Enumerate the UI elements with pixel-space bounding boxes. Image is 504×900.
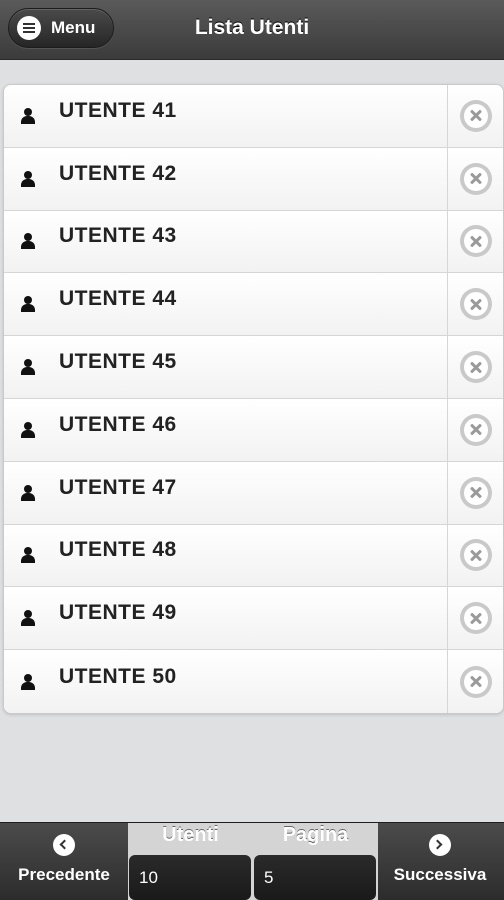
header-bar: Menu Lista Utenti bbox=[0, 0, 504, 60]
page-number-field[interactable]: 5 bbox=[254, 855, 376, 900]
user-icon bbox=[21, 673, 35, 690]
user-row-button[interactable]: UTENTE 47 bbox=[4, 462, 447, 524]
page-number-header: Pagina bbox=[282, 824, 349, 846]
user-row-button[interactable]: UTENTE 49 bbox=[4, 587, 447, 649]
list-item: UTENTE 47 bbox=[4, 461, 503, 525]
delete-user-button[interactable] bbox=[447, 587, 503, 650]
user-row-button[interactable]: UTENTE 45 bbox=[4, 336, 447, 398]
close-circle-icon bbox=[459, 602, 492, 635]
delete-user-button[interactable] bbox=[447, 650, 503, 713]
user-label: UTENTE 46 bbox=[59, 412, 177, 436]
user-row-button[interactable]: UTENTE 43 bbox=[4, 211, 447, 273]
user-row-button[interactable]: UTENTE 48 bbox=[4, 525, 447, 587]
user-row-button[interactable]: UTENTE 41 bbox=[4, 85, 447, 147]
user-icon bbox=[21, 484, 35, 501]
page-title: Lista Utenti bbox=[194, 16, 310, 39]
user-label: UTENTE 49 bbox=[59, 601, 177, 625]
next-page-label: Successiva bbox=[393, 865, 487, 884]
close-circle-icon bbox=[459, 99, 492, 132]
delete-user-button[interactable] bbox=[447, 461, 503, 524]
delete-user-button[interactable] bbox=[447, 85, 503, 147]
user-icon bbox=[21, 296, 35, 313]
user-label: UTENTE 47 bbox=[59, 475, 177, 499]
chevron-left-icon bbox=[53, 834, 75, 856]
user-label: UTENTE 48 bbox=[59, 538, 177, 562]
user-label: UTENTE 44 bbox=[59, 287, 177, 311]
user-label: UTENTE 41 bbox=[59, 98, 177, 122]
user-row-button[interactable]: UTENTE 42 bbox=[4, 148, 447, 210]
list-item: UTENTE 41 bbox=[4, 85, 503, 148]
close-circle-icon bbox=[459, 162, 492, 195]
close-circle-icon bbox=[459, 351, 492, 384]
delete-user-button[interactable] bbox=[447, 210, 503, 273]
previous-page-label: Precedente bbox=[18, 865, 110, 884]
user-icon bbox=[21, 170, 35, 187]
user-icon bbox=[21, 421, 35, 438]
next-page-button[interactable]: Successiva bbox=[376, 823, 504, 900]
user-row-button[interactable]: UTENTE 44 bbox=[4, 273, 447, 335]
list-item: UTENTE 46 bbox=[4, 398, 503, 462]
list-item: UTENTE 48 bbox=[4, 524, 503, 588]
close-circle-icon bbox=[459, 539, 492, 572]
list-item: UTENTE 45 bbox=[4, 336, 503, 399]
close-circle-icon bbox=[459, 476, 492, 509]
user-label: UTENTE 42 bbox=[59, 161, 177, 185]
user-icon bbox=[21, 233, 35, 250]
list-item: UTENTE 49 bbox=[4, 587, 503, 651]
user-label: UTENTE 45 bbox=[59, 350, 177, 374]
list-item: UTENTE 50 bbox=[4, 650, 503, 713]
user-label: UTENTE 43 bbox=[59, 224, 177, 248]
close-circle-icon bbox=[459, 288, 492, 321]
users-per-page-field[interactable]: 10 bbox=[129, 855, 251, 900]
user-icon bbox=[21, 610, 35, 627]
delete-user-button[interactable] bbox=[447, 524, 503, 587]
user-icon bbox=[21, 359, 35, 376]
footer-bar: Precedente Utenti 10 Pagina 5 Successiva bbox=[0, 822, 504, 900]
user-row-button[interactable]: UTENTE 46 bbox=[4, 399, 447, 461]
delete-user-button[interactable] bbox=[447, 336, 503, 398]
pagination-info: Utenti 10 Pagina 5 bbox=[128, 823, 378, 900]
user-row-button[interactable]: UTENTE 50 bbox=[4, 650, 447, 713]
close-circle-icon bbox=[459, 413, 492, 446]
close-circle-icon bbox=[459, 225, 492, 258]
delete-user-button[interactable] bbox=[447, 273, 503, 336]
users-per-page-header: Utenti bbox=[162, 824, 219, 846]
user-icon bbox=[21, 107, 35, 124]
previous-page-button[interactable]: Precedente bbox=[0, 823, 128, 900]
list-item: UTENTE 43 bbox=[4, 210, 503, 274]
user-icon bbox=[21, 547, 35, 564]
list-item: UTENTE 44 bbox=[4, 273, 503, 337]
user-list: UTENTE 41 UTENTE 42 UTENTE 43 UTENTE 44 bbox=[3, 84, 504, 714]
chevron-right-icon bbox=[429, 834, 451, 856]
close-circle-icon bbox=[459, 665, 492, 698]
list-item: UTENTE 42 bbox=[4, 147, 503, 211]
page-number-group: Pagina 5 bbox=[253, 823, 378, 900]
users-per-page-group: Utenti 10 bbox=[128, 823, 253, 900]
delete-user-button[interactable] bbox=[447, 398, 503, 461]
delete-user-button[interactable] bbox=[447, 147, 503, 210]
user-label: UTENTE 50 bbox=[59, 664, 177, 688]
